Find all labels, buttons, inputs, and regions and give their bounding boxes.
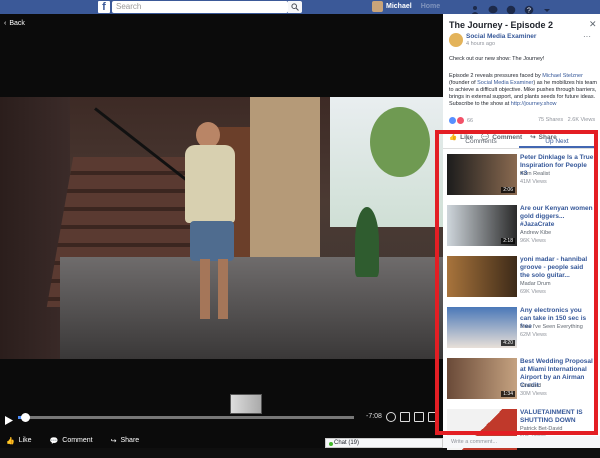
fullscreen-icon[interactable] bbox=[414, 412, 424, 422]
post-description: Episode 2 reveals pressures faced by Mic… bbox=[449, 73, 597, 107]
page-name-link[interactable]: Social Media Examiner bbox=[466, 33, 536, 40]
online-dot-icon bbox=[329, 442, 333, 446]
messages-icon[interactable] bbox=[488, 2, 498, 14]
profile-name: Michael bbox=[386, 3, 412, 10]
top-nav-icons: 5 ? bbox=[470, 2, 552, 28]
search-button[interactable] bbox=[288, 1, 302, 13]
play-icon[interactable] bbox=[5, 412, 13, 430]
friend-requests-icon[interactable] bbox=[470, 2, 480, 15]
back-button[interactable]: ‹ Back bbox=[4, 20, 25, 27]
settings-icon[interactable] bbox=[386, 412, 396, 422]
post-time[interactable]: 4 hours ago bbox=[466, 41, 495, 47]
chevron-left-icon: ‹ bbox=[4, 20, 7, 27]
chat-label: Chat (19) bbox=[334, 440, 360, 446]
close-icon[interactable]: ✕ bbox=[589, 19, 597, 30]
love-reaction-icon bbox=[457, 117, 464, 124]
like-label: Like bbox=[18, 437, 32, 444]
search-icon bbox=[291, 3, 299, 11]
avatar bbox=[372, 1, 383, 12]
player-options bbox=[386, 412, 438, 422]
highlight-box bbox=[435, 130, 598, 435]
comment-label: Comment bbox=[62, 437, 93, 444]
back-label: Back bbox=[9, 20, 25, 27]
home-link[interactable]: Home bbox=[421, 3, 440, 10]
mention-link[interactable]: Social Media Examiner bbox=[477, 80, 533, 86]
video-share-button[interactable]: ↪ Share bbox=[111, 437, 140, 445]
help-icon[interactable]: ? bbox=[524, 2, 534, 15]
reaction-summary[interactable]: 66 bbox=[449, 117, 473, 124]
share-label: Share bbox=[120, 437, 140, 444]
search-input[interactable]: Search bbox=[112, 1, 288, 13]
video-controls: -7:08 bbox=[0, 411, 443, 425]
notifications-icon[interactable]: 5 bbox=[506, 2, 521, 28]
comment-icon: 💬 bbox=[49, 437, 59, 445]
progress-handle[interactable] bbox=[20, 413, 30, 422]
video-player[interactable]: ‹ Back bbox=[0, 14, 443, 448]
post-stats: 75 Shares 2.6K Views bbox=[538, 117, 595, 123]
account-menu-icon[interactable] bbox=[542, 2, 552, 12]
post-title: The Journey - Episode 2 bbox=[449, 20, 554, 30]
facebook-logo-icon[interactable]: f bbox=[98, 1, 110, 13]
page-avatar[interactable] bbox=[449, 33, 463, 47]
video-comment-button[interactable]: 💬 Comment bbox=[50, 437, 93, 445]
post-intro: Check out our new show: The Journey! bbox=[449, 56, 545, 62]
url-link[interactable]: http://journey.show bbox=[511, 101, 557, 107]
like-icon: 👍 bbox=[6, 437, 15, 445]
mention-link[interactable]: Michael Stelzner bbox=[542, 73, 583, 79]
pip-icon[interactable] bbox=[400, 412, 410, 422]
shares-count[interactable]: 75 Shares bbox=[538, 117, 563, 123]
like-reaction-icon bbox=[449, 117, 456, 124]
time-remaining: -7:08 bbox=[366, 413, 382, 420]
progress-bar[interactable] bbox=[18, 416, 354, 419]
video-like-button[interactable]: 👍 Like bbox=[6, 437, 32, 445]
comment-input[interactable]: Write a comment... bbox=[443, 436, 600, 448]
share-icon: ↪ bbox=[110, 437, 117, 445]
video-frame bbox=[0, 97, 443, 359]
profile-link[interactable]: Michael Home bbox=[372, 1, 440, 12]
reaction-count: 66 bbox=[467, 117, 474, 124]
chat-bar[interactable]: Chat (19) bbox=[325, 438, 443, 448]
views-count: 2.6K Views bbox=[567, 117, 596, 123]
potted-plant bbox=[355, 207, 379, 277]
top-nav-bar: f Search Michael Home 5 ? bbox=[0, 0, 600, 28]
more-options-icon[interactable]: ··· bbox=[583, 32, 591, 41]
